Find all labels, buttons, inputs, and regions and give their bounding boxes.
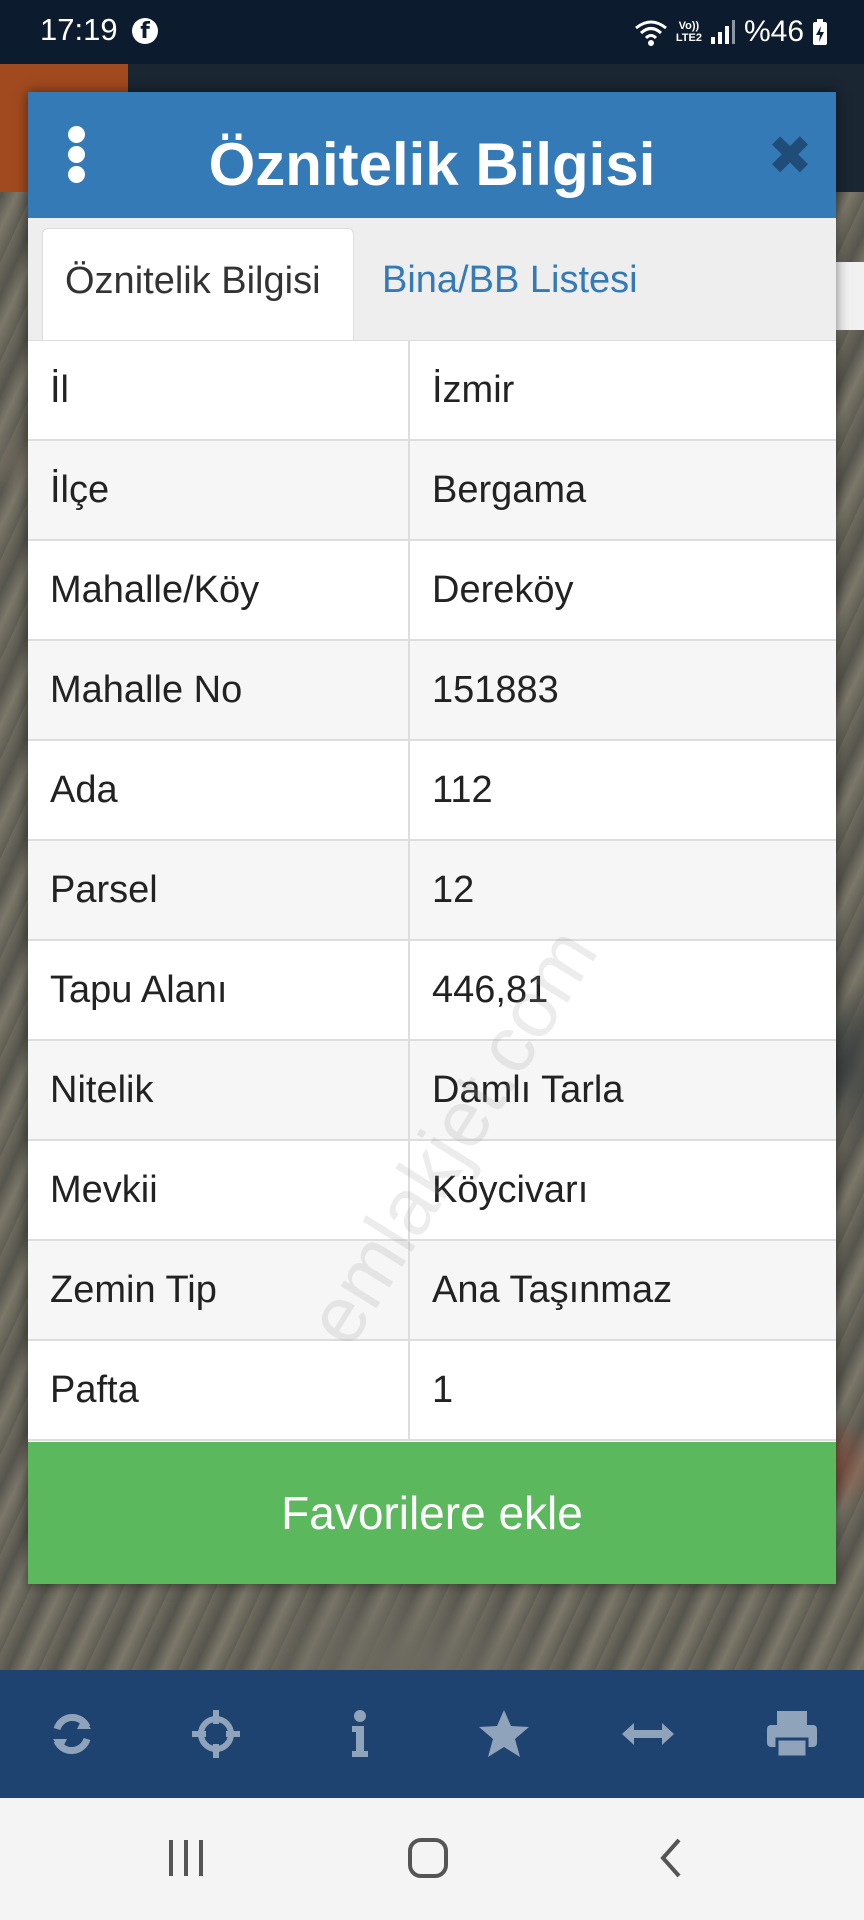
crosshair-icon[interactable]	[180, 1698, 252, 1770]
back-icon[interactable]	[640, 1828, 700, 1888]
attribute-value: Ana Taşınmaz	[432, 1269, 673, 1311]
table-row: Tapu Alanı 446,81	[28, 941, 836, 1041]
attribute-key: İl	[28, 341, 410, 439]
attribute-key: Mahalle No	[28, 641, 410, 739]
map-side-control[interactable]	[836, 262, 864, 330]
recent-apps-icon[interactable]	[156, 1828, 216, 1888]
close-icon[interactable]: ✖	[764, 129, 816, 183]
attribute-table: İl İzmir İlçe Bergama Mahalle/Köy Derekö…	[28, 340, 836, 1441]
tab-attribute-info[interactable]: Öznitelik Bilgisi	[42, 228, 354, 342]
map-toolbar	[0, 1670, 864, 1798]
home-icon[interactable]	[398, 1828, 458, 1888]
attribute-key: Pafta	[28, 1341, 410, 1439]
facebook-notification-icon: f	[132, 18, 158, 44]
battery-level: %46	[743, 15, 804, 48]
attribute-value: 112	[432, 769, 493, 811]
attribute-value: 151883	[432, 669, 559, 711]
attribute-info-dialog: Öznitelik Bilgisi ✖ Öznitelik Bilgisi Bi…	[28, 92, 836, 1584]
table-row: Mahalle/Köy Dereköy	[28, 541, 836, 641]
attribute-key: Nitelik	[28, 1041, 410, 1139]
attribute-key: Tapu Alanı	[28, 941, 410, 1039]
status-bar: 17:19 f Vo)) LTE2 %46	[0, 0, 864, 64]
add-to-favorites-button[interactable]: Favorilere ekle	[28, 1442, 836, 1584]
attribute-value: Bergama	[432, 469, 587, 511]
wifi-icon	[634, 20, 667, 46]
attribute-key: İlçe	[28, 441, 410, 539]
print-icon[interactable]	[756, 1698, 828, 1770]
info-icon[interactable]	[324, 1698, 396, 1770]
attribute-value: Dereköy	[432, 569, 574, 611]
dialog-title: Öznitelik Bilgisi	[208, 131, 656, 198]
table-row: Mahalle No 151883	[28, 641, 836, 741]
status-time: 17:19	[40, 12, 118, 47]
star-icon[interactable]	[468, 1698, 540, 1770]
table-row: İl İzmir	[28, 341, 836, 441]
system-navigation-bar	[0, 1798, 864, 1920]
network-label: LTE2	[675, 32, 702, 44]
table-row: Ada 112	[28, 741, 836, 841]
status-indicators: Vo)) LTE2 %46	[634, 10, 828, 54]
signal-icon	[710, 20, 735, 44]
attribute-key: Mahalle/Köy	[28, 541, 410, 639]
attribute-value: İzmir	[432, 369, 515, 411]
attribute-key: Parsel	[28, 841, 410, 939]
table-row: Zemin Tip Ana Taşınmaz	[28, 1241, 836, 1341]
attribute-value: 1	[432, 1369, 454, 1411]
table-row: İlçe Bergama	[28, 441, 836, 541]
table-row: Parsel 12	[28, 841, 836, 941]
attribute-value: 12	[432, 869, 475, 911]
volte-lte-indicator: Vo)) LTE2	[675, 20, 702, 44]
measure-icon[interactable]	[612, 1698, 684, 1770]
battery-charging-icon	[813, 19, 827, 45]
attribute-key: Ada	[28, 741, 410, 839]
refresh-icon[interactable]	[36, 1698, 108, 1770]
dialog-header: Öznitelik Bilgisi ✖	[28, 92, 836, 218]
tab-building-list[interactable]: Bina/BB Listesi	[360, 228, 660, 342]
table-row: Pafta 1	[28, 1341, 836, 1441]
